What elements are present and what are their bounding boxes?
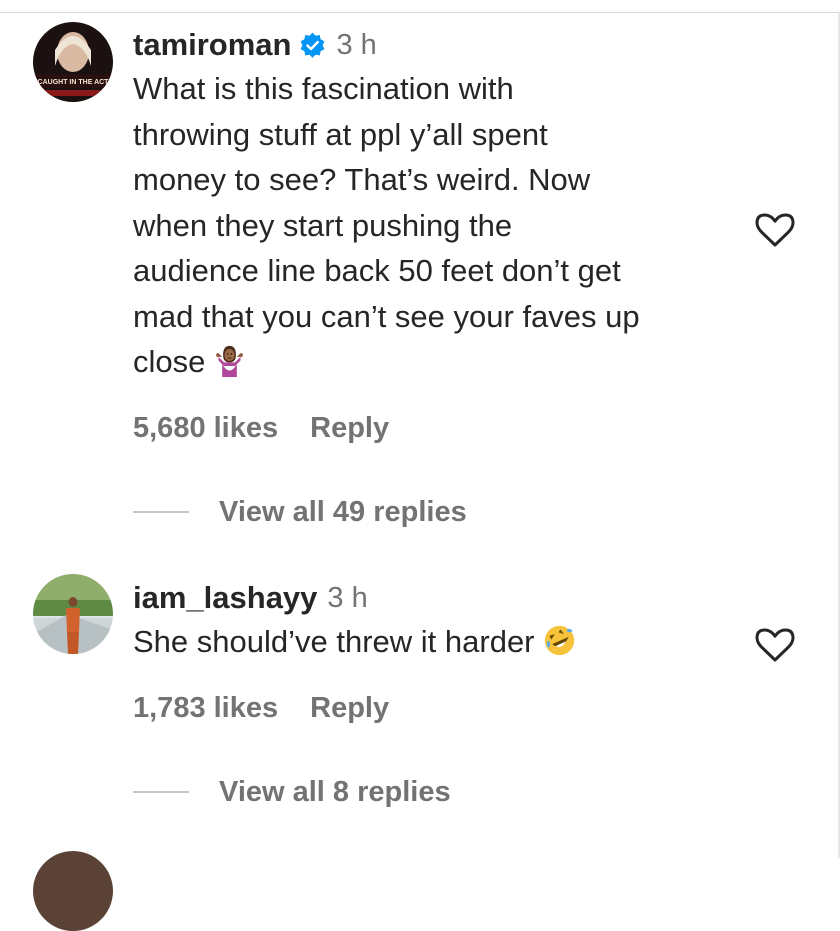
view-replies[interactable]: View all 8 replies — [133, 772, 451, 812]
comment-header: iam_lashayy 3 h — [133, 578, 743, 618]
woman-shrugging-emoji-icon — [213, 344, 246, 377]
username-link[interactable]: iam_lashayy — [133, 580, 317, 616]
comment-meta: 5,680 likes Reply — [133, 408, 743, 448]
comment-header: tamiroman 3 h — [133, 25, 743, 65]
comment-text: What is this fascination with throwing s… — [133, 66, 743, 385]
likes-count[interactable]: 1,783 likes — [133, 692, 278, 725]
likes-count[interactable]: 5,680 likes — [133, 412, 278, 445]
view-replies-button[interactable]: View all 8 replies — [219, 776, 451, 809]
comment-text-content: She should’ve threw it harder — [133, 624, 535, 659]
heart-outline-icon[interactable] — [755, 627, 795, 663]
comment-body: tamiroman 3 h What is this fascination w… — [133, 25, 743, 385]
comment-timestamp[interactable]: 3 h — [327, 582, 367, 615]
top-divider — [0, 12, 840, 13]
heart-outline-icon[interactable] — [755, 212, 795, 248]
reply-button[interactable]: Reply — [310, 692, 389, 725]
replies-divider-line — [133, 791, 189, 793]
comment-text: She should’ve threw it harder — [133, 619, 743, 665]
avatar[interactable]: CAUGHT IN THE ACT — [33, 22, 113, 102]
avatar-image: CAUGHT IN THE ACT — [33, 22, 113, 102]
rolling-on-floor-laughing-emoji-icon — [543, 624, 576, 657]
reply-button[interactable]: Reply — [310, 412, 389, 445]
username-link[interactable]: tamiroman — [133, 27, 291, 63]
replies-divider-line — [133, 511, 189, 513]
comment-timestamp[interactable]: 3 h — [336, 29, 376, 62]
comment-body: iam_lashayy 3 h She should’ve threw it h… — [133, 578, 743, 665]
avatar[interactable] — [33, 851, 113, 931]
view-replies-button[interactable]: View all 49 replies — [219, 496, 467, 529]
verified-badge-icon — [299, 32, 326, 59]
comment-text-content: What is this fascination with throwing s… — [133, 71, 640, 379]
avatar-image — [33, 574, 113, 654]
comment-meta: 1,783 likes Reply — [133, 688, 743, 728]
avatar-logo-text: CAUGHT IN THE ACT — [38, 79, 110, 86]
view-replies[interactable]: View all 49 replies — [133, 492, 467, 532]
avatar[interactable] — [33, 574, 113, 654]
